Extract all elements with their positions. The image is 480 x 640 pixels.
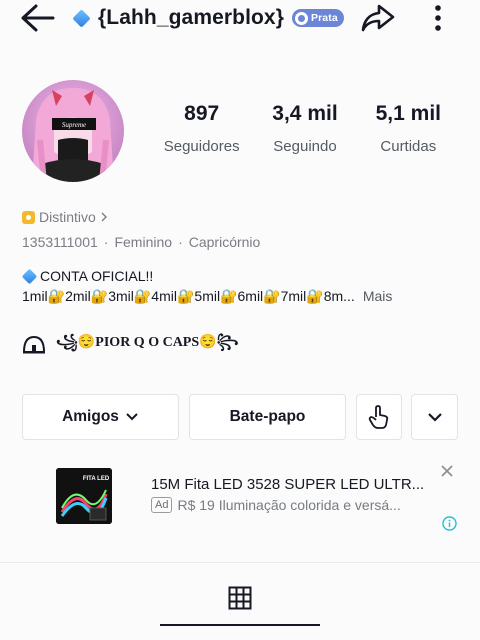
likes-label: Curtidas <box>380 138 437 155</box>
led-strip-image: FITA LED <box>56 468 112 524</box>
blue-diamond-icon <box>21 268 38 284</box>
chevron-down-icon <box>126 413 138 421</box>
blue-diamond-icon <box>72 8 91 28</box>
bio-line-2: 1mil🔐2mil🔐3mil🔐4mil🔐5mil🔐6mil🔐7mil🔐8m...… <box>22 288 392 305</box>
profile-stats: 897 Seguidores 3,4 mil Seguindo 5,1 mil … <box>150 102 460 155</box>
chevron-down-icon <box>427 413 442 422</box>
username: {Lahh_gamerblox} <box>98 6 284 29</box>
badge-label: Prata <box>311 12 338 24</box>
stat-following[interactable]: 3,4 mil Seguindo <box>253 102 356 155</box>
bio-line-1: CONTA OFICIAL!! <box>21 268 154 284</box>
gender: Feminino <box>114 234 173 250</box>
ad-subtitle: Ad R$ 19 Iluminação colorida e versá... <box>151 497 401 513</box>
level-badge[interactable]: Prata <box>292 9 344 27</box>
active-tab-indicator <box>160 624 320 626</box>
more-options-icon[interactable] <box>428 3 448 33</box>
profile-meta: 1353111001 · Feminino · Capricórnio <box>22 234 260 250</box>
bio-line-2-text: 1mil🔐2mil🔐3mil🔐4mil🔐5mil🔐6mil🔐7mil🔐8m... <box>22 288 355 304</box>
info-icon[interactable] <box>442 516 457 531</box>
following-label: Seguindo <box>273 138 337 155</box>
ad-tag: Ad <box>151 497 173 513</box>
ad-subtitle-text: R$ 19 Iluminação colorida e versá... <box>177 497 401 513</box>
badge-link[interactable]: Distintivo <box>22 209 109 225</box>
stat-likes[interactable]: 5,1 mil Curtidas <box>357 102 460 155</box>
chevron-right-icon <box>101 212 107 222</box>
profile-avatar[interactable]: Supreme <box>22 80 124 182</box>
grid-icon[interactable] <box>228 586 252 610</box>
chat-button[interactable]: Bate-papo <box>189 394 346 440</box>
poke-button[interactable] <box>356 394 402 440</box>
dome-icon <box>22 335 46 354</box>
user-id: 1353111001 <box>22 234 98 250</box>
ad-title[interactable]: 15M Fita LED 3528 SUPER LED ULTR... <box>151 476 424 493</box>
meta-separator: · <box>178 234 183 250</box>
badge-hex-icon <box>22 210 35 224</box>
bio-line-3: ꧁😌PIOR Q O CAPS😌꧂ <box>56 335 239 350</box>
ad-thumb-title: FITA LED <box>83 476 110 482</box>
following-count: 3,4 mil <box>272 102 338 125</box>
badge-link-label: Distintivo <box>39 209 96 225</box>
followers-count: 897 <box>184 102 220 125</box>
avatar-caption: Supreme <box>62 121 86 129</box>
friends-button[interactable]: Amigos <box>22 394 179 440</box>
top-bar: {Lahh_gamerblox} Prata <box>0 0 480 40</box>
share-icon[interactable] <box>360 2 396 34</box>
section-divider <box>0 562 480 563</box>
followers-label: Seguidores <box>163 138 240 155</box>
chat-button-label: Bate-papo <box>229 408 306 425</box>
back-arrow-icon[interactable] <box>20 3 56 33</box>
close-icon[interactable] <box>440 464 454 478</box>
stat-followers[interactable]: 897 Seguidores <box>150 102 253 155</box>
meta-separator: · <box>103 234 109 250</box>
more-actions-button[interactable] <box>411 394 458 440</box>
ad-card[interactable]: FITA LED 15M Fita LED 3528 SUPER LED ULT… <box>22 460 458 531</box>
bio-more-link[interactable]: Mais <box>363 288 393 304</box>
profile-title: {Lahh_gamerblox} Prata <box>72 4 344 32</box>
likes-count: 5,1 mil <box>375 102 441 125</box>
ad-thumbnail: FITA LED <box>56 468 112 524</box>
avatar-image: Supreme <box>32 88 114 182</box>
badge-level-icon <box>295 11 308 25</box>
friends-button-label: Amigos <box>62 408 119 425</box>
pointing-hand-icon <box>368 405 389 429</box>
zodiac-sign: Capricórnio <box>188 234 261 250</box>
bio-line-1-text: CONTA OFICIAL!! <box>40 268 154 284</box>
